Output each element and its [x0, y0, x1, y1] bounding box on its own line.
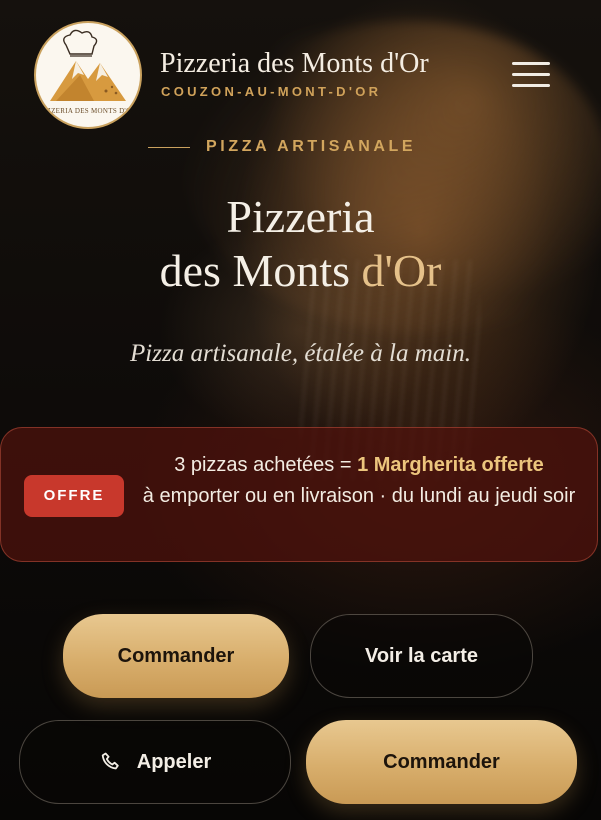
hero-title: Pizzeria des Monts d'Or: [0, 190, 601, 298]
brand-location: COUZON-AU-MONT-D'OR: [161, 84, 382, 99]
hero-title-line2-start: des Monts: [159, 245, 362, 296]
order-button-secondary[interactable]: Commander: [306, 720, 577, 804]
offer-text-details: à emporter ou en livraison · du lundi au…: [142, 485, 576, 507]
brand-name[interactable]: Pizzeria des Monts d'Or: [160, 48, 429, 80]
offer-highlight: 1 Margherita offerte: [357, 454, 544, 476]
logo-text: PIZZERIA DES MONTS D'OR: [39, 107, 137, 115]
order-button[interactable]: Commander: [63, 614, 289, 698]
call-button-label: Appeler: [136, 750, 212, 773]
hero-title-accent: d'Or: [361, 245, 442, 296]
page: PIZZERIA DES MONTS D'OR Pizzeria des Mon…: [0, 0, 601, 820]
eyebrow-divider: [148, 146, 190, 148]
site-header: PIZZERIA DES MONTS D'OR Pizzeria des Mon…: [0, 0, 601, 130]
phone-icon: [99, 750, 123, 774]
eyebrow-text: PIZZA ARTISANALE: [206, 138, 417, 155]
order-button-secondary-label: Commander: [383, 750, 500, 773]
offer-banner: OFFRE 3 pizzas achetées = 1 Margherita o…: [0, 427, 598, 562]
offer-badge: OFFRE: [24, 475, 124, 517]
offer-text: 3 pizzas achetées = 1 Margherita offerte…: [139, 450, 579, 512]
call-button[interactable]: Appeler: [19, 720, 291, 804]
offer-text-start: 3 pizzas achetées =: [174, 454, 358, 476]
hero-title-line2: des Monts d'Or: [0, 244, 601, 298]
hamburger-menu-icon[interactable]: [512, 62, 550, 88]
hero-title-line1: Pizzeria: [226, 191, 375, 242]
view-menu-button[interactable]: Voir la carte: [310, 614, 533, 698]
order-button-label: Commander: [117, 644, 235, 667]
hero-tagline: Pizza artisanale, étalée à la main.: [130, 340, 471, 367]
view-menu-button-label: Voir la carte: [364, 644, 479, 667]
hero-eyebrow: PIZZA ARTISANALE: [148, 136, 416, 158]
logo[interactable]: PIZZERIA DES MONTS D'OR: [34, 21, 142, 129]
